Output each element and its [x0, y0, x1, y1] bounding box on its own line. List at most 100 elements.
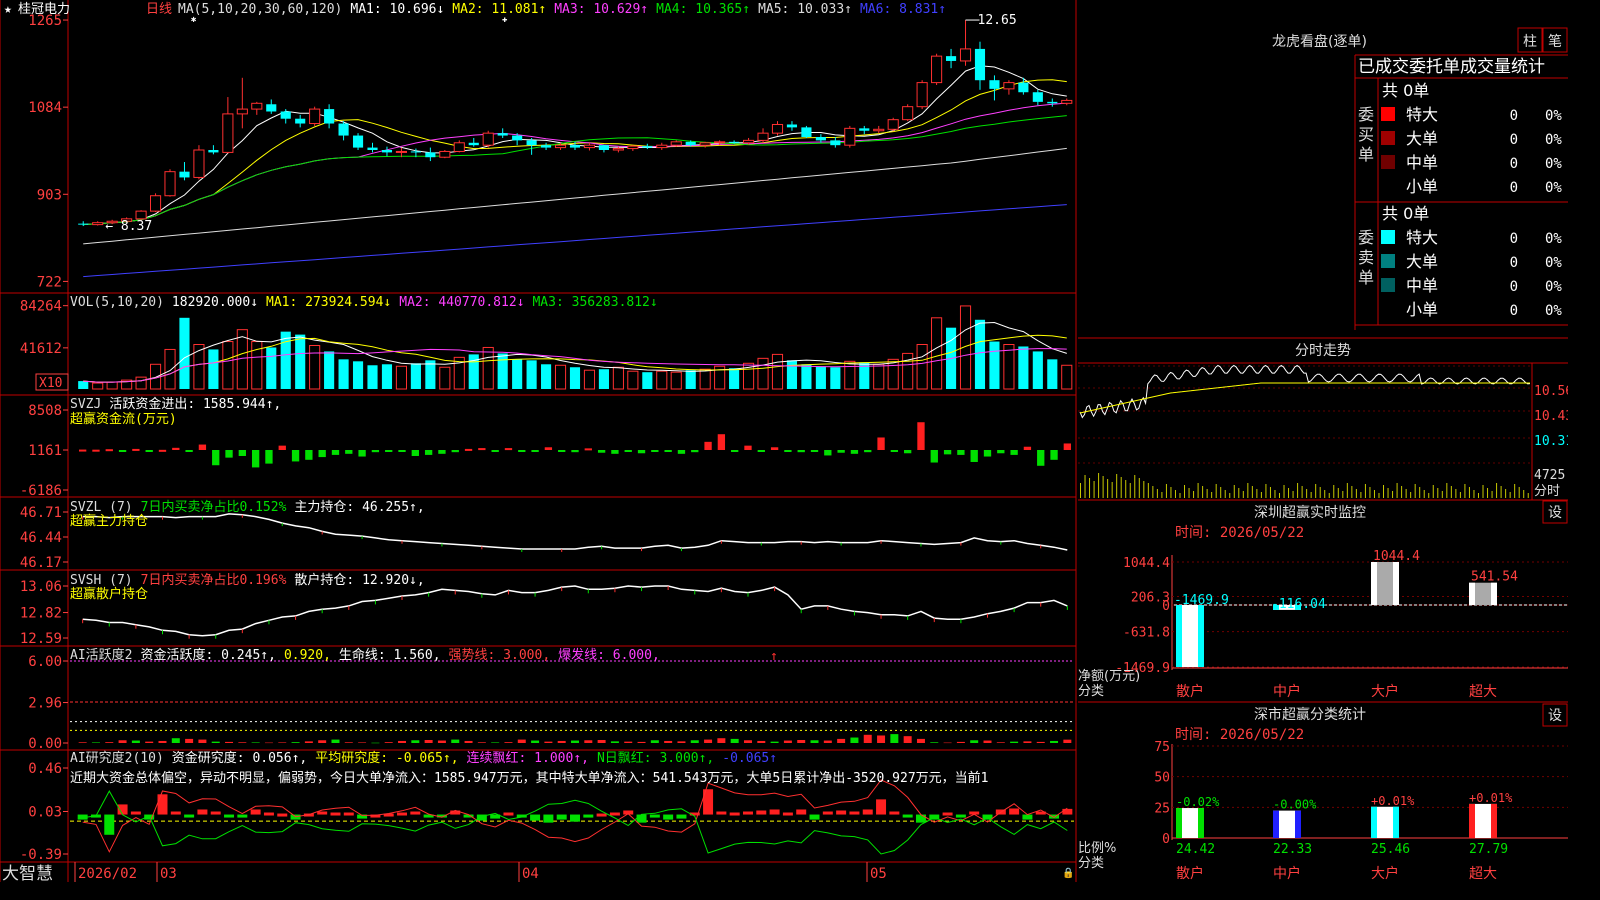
research-bar	[1062, 808, 1073, 815]
lock-icon: 🔒	[1062, 867, 1074, 879]
svzj-bar	[518, 450, 526, 452]
svsh-legend-item: SVSH (7)	[70, 573, 133, 588]
volume-bar-down	[295, 334, 306, 389]
svzj-bar	[464, 448, 473, 451]
classify-bar-edge	[1371, 806, 1377, 838]
research-bar	[237, 814, 248, 818]
svzj-bar	[597, 450, 606, 453]
active-bar	[1036, 741, 1045, 743]
svzj-subtitle: 超赢资金流(万元)	[70, 411, 177, 427]
active-bar	[477, 742, 486, 743]
volume-legend-item: MA2: 440770.812↓	[399, 295, 524, 310]
sell-orders-total: 共 0单	[1382, 204, 1429, 223]
research-bar	[224, 814, 235, 818]
sell-orders-row-label: 大单	[1406, 252, 1438, 271]
intraday-vol-bar	[1215, 484, 1217, 498]
svzj-bar	[558, 450, 566, 452]
y-axis-label: 903	[37, 187, 62, 203]
svzj-bar	[810, 450, 819, 452]
svzj-bar	[544, 447, 553, 450]
intraday-vol-bar	[1455, 489, 1457, 498]
sell-orders-row-pct: 0%	[1545, 279, 1562, 295]
classify-ylabel: 比例%	[1078, 841, 1116, 856]
svzl-y-label: 46.17	[20, 555, 62, 571]
intraday-vol-bar	[1401, 486, 1403, 498]
candle-up	[931, 55, 943, 84]
intraday-vol-bar	[1428, 493, 1430, 498]
monitor-value-label: 541.54	[1471, 570, 1518, 585]
intraday-vol-bar	[1477, 493, 1479, 498]
research-bar	[157, 794, 168, 815]
research-bar	[742, 811, 753, 815]
sell-orders-row-pct: 0%	[1545, 303, 1562, 319]
intraday-y-label: 10.56	[1534, 384, 1568, 399]
svzj-bar	[997, 450, 1005, 454]
intraday-vol-bar	[1283, 485, 1285, 498]
svzj-bar	[424, 450, 433, 455]
classify-value-label: 27.79	[1469, 842, 1508, 857]
intraday-vol-bar	[1269, 487, 1271, 498]
research-bar	[397, 812, 408, 816]
intraday-vol-bar	[1238, 488, 1240, 498]
svzj-bar	[251, 450, 260, 468]
sell-orders-row-label: 特大	[1406, 228, 1438, 247]
research-bar	[543, 814, 554, 823]
svzj-bar	[385, 450, 393, 452]
active-bar	[1063, 739, 1072, 743]
sell-orders-swatch	[1381, 230, 1395, 244]
intraday-vol-bar	[1165, 484, 1167, 498]
sell-orders-row-pct: 0%	[1545, 231, 1562, 247]
active-y-label: 6.00	[28, 654, 62, 670]
active-bar	[344, 742, 353, 743]
sell-orders-row-pct: 0%	[1545, 255, 1562, 271]
monitor-value-label: 1044.4	[1373, 549, 1420, 564]
intraday-vol-bar	[1482, 485, 1484, 498]
volume-bar-up	[887, 358, 899, 390]
monitor-bar-edge	[1176, 605, 1182, 667]
svzl-line	[82, 513, 1068, 551]
svsh-y-label: 12.82	[20, 606, 62, 622]
candle-down	[352, 135, 364, 148]
classify-xlabel: 分类	[1078, 856, 1104, 871]
candle-up	[699, 142, 711, 146]
svzj-y-label: -6186	[20, 483, 62, 499]
active-bar	[850, 737, 859, 743]
svzj-bar	[358, 450, 366, 457]
intraday-vol-bar	[1369, 487, 1371, 498]
classify-value-label: 24.42	[1176, 842, 1215, 857]
volume-bar-down	[352, 361, 364, 389]
stock-name[interactable]: 桂冠电力	[18, 2, 70, 17]
svzj-bar	[704, 441, 712, 450]
main-chart-area[interactable]: 1265108490372212.65← 8.37★ 桂冠电力 日线 MA(5,10,…	[0, 0, 1568, 882]
monitor-title: 深圳超赢实时监控	[1254, 504, 1366, 521]
svzl-y-label: 46.44	[20, 530, 62, 546]
intraday-vol-bar	[1134, 475, 1136, 498]
volume-bar-up	[164, 348, 176, 390]
buy-orders-row-count: 0	[1510, 156, 1518, 172]
intraday-vol-bar	[1098, 473, 1100, 498]
candle-down	[179, 171, 190, 178]
active-bar	[171, 738, 180, 743]
active-legend-item: 爆发线: 6.000,	[558, 647, 660, 663]
svzj-bar	[731, 450, 739, 452]
intraday-vol-bar	[1364, 484, 1366, 498]
classify-bar-edge	[1176, 808, 1182, 838]
active-bar	[717, 738, 726, 743]
candle-down	[1047, 101, 1058, 104]
toggle-bar-label: 柱	[1523, 34, 1537, 50]
active-bar	[610, 741, 619, 743]
monitor-time: 时间: 2026/05/22	[1175, 525, 1304, 541]
volume-bar-down	[786, 360, 798, 389]
candle-up	[222, 113, 234, 153]
research-bar	[583, 814, 594, 818]
active-bar	[597, 739, 606, 743]
intraday-vol-bar	[1342, 491, 1344, 498]
volume-bar-up	[92, 382, 104, 390]
svzj-bar	[584, 448, 592, 451]
volume-y-label: 84264	[20, 299, 62, 315]
classify-category: 中户	[1273, 865, 1301, 882]
svzj-bar	[398, 450, 406, 452]
candle-down	[381, 150, 393, 153]
period-label[interactable]: 日线	[146, 2, 172, 17]
intraday-vol-bar	[1242, 491, 1244, 498]
